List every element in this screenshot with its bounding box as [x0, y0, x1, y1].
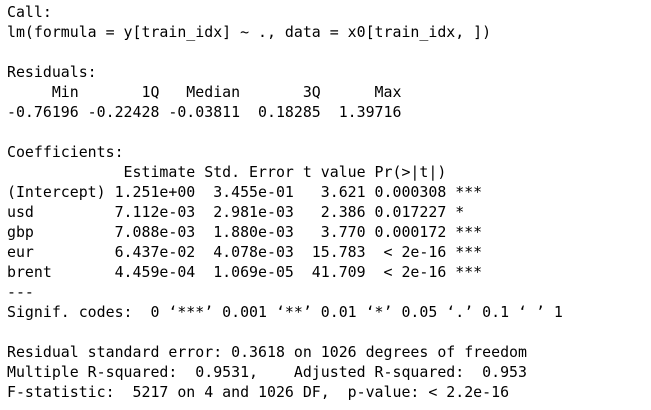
call-header: Call:: [7, 3, 52, 21]
coefficient-row: usd 7.112e-03 2.981e-03 2.386 0.017227 *: [7, 203, 483, 221]
call-formula: lm(formula = y[train_idx] ~ ., data = x0…: [7, 23, 492, 41]
f-statistic-line: F-statistic: 5217 on 4 and 1026 DF, p-va…: [7, 383, 510, 401]
signif-codes: Signif. codes: 0 ‘***’ 0.001 ‘**’ 0.01 ‘…: [7, 303, 563, 321]
r-squared-line: Multiple R-squared: 0.9531, Adjusted R-s…: [7, 363, 536, 381]
residuals-values-row: -0.76196 -0.22428 -0.03811 0.18285 1.397…: [7, 103, 411, 121]
coefficients-column-header-row: Estimate Std. Error t value Pr(>|t|): [7, 163, 483, 181]
coefficient-row: (Intercept) 1.251e+00 3.455e-01 3.621 0.…: [7, 183, 483, 201]
coefficient-row: brent 4.459e-04 1.069e-05 41.709 < 2e-16…: [7, 263, 483, 281]
coefficients-separator: ---: [7, 283, 34, 301]
coefficient-row: eur 6.437e-02 4.078e-03 15.783 < 2e-16 *…: [7, 243, 483, 261]
r-console-output: Call: lm(formula = y[train_idx] ~ ., data…: [7, 2, 563, 402]
coefficient-row: gbp 7.088e-03 1.880e-03 3.770 0.000172 *…: [7, 223, 483, 241]
residual-standard-error: Residual standard error: 0.3618 on 1026 …: [7, 343, 527, 361]
coefficients-header: Coefficients:: [7, 143, 124, 161]
residuals-labels-row: Min 1Q Median 3Q Max: [7, 83, 411, 101]
residuals-header: Residuals:: [7, 63, 97, 81]
